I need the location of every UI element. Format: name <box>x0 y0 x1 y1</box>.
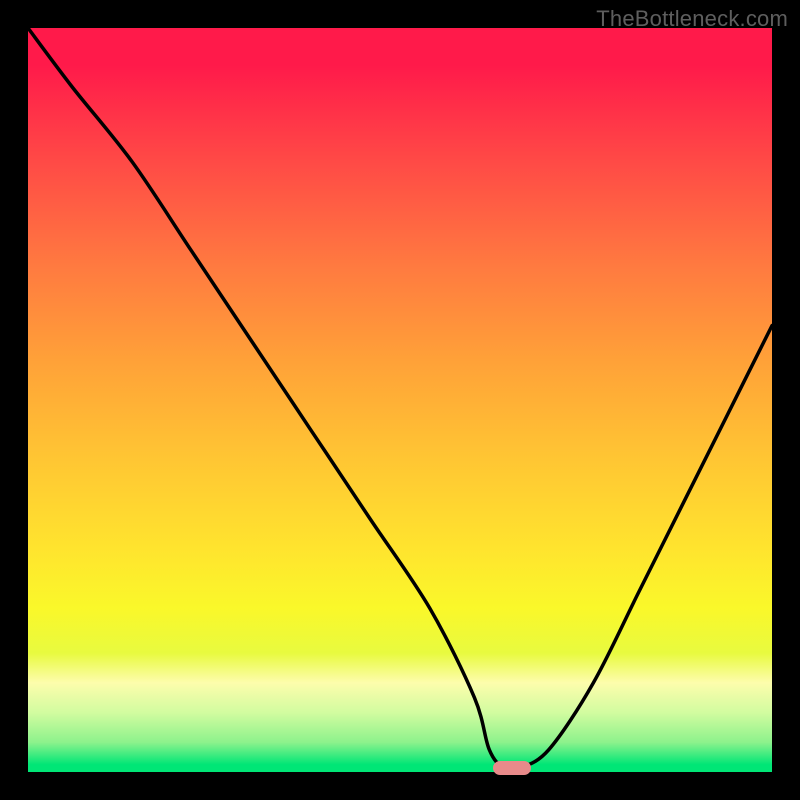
watermark-text: TheBottleneck.com <box>596 6 788 32</box>
optimum-marker <box>493 761 531 775</box>
plot-area <box>28 28 772 772</box>
curve-path <box>28 28 772 771</box>
chart-container: TheBottleneck.com <box>0 0 800 800</box>
bottleneck-curve <box>28 28 772 772</box>
